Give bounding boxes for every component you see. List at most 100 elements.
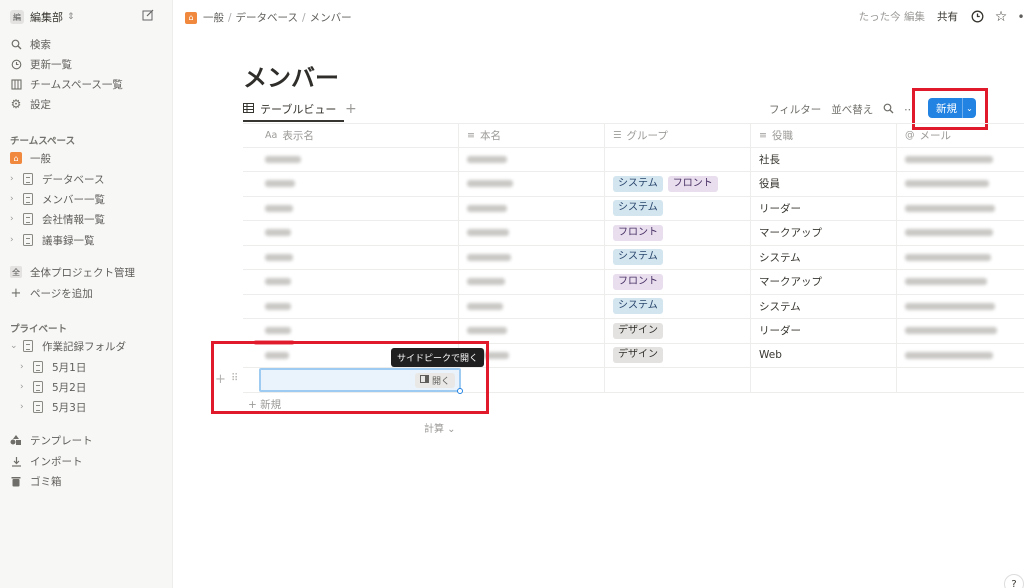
tab-table-view[interactable]: テーブルビュー [243,98,345,122]
column-header-real-name[interactable]: ≡ 本名 [459,124,605,147]
cell-role[interactable]: Web [751,343,897,367]
cell-display-name[interactable] [243,319,459,343]
sort-button[interactable]: 並べ替え [831,102,873,117]
more-icon[interactable]: • [1017,10,1024,24]
calculate-button[interactable]: 計算 ⌄ [424,420,456,435]
cell-group[interactable]: システム [605,245,751,269]
cell-real-name[interactable] [459,172,605,196]
cell-email[interactable] [897,197,1024,221]
cell-email[interactable] [897,344,1024,368]
share-button[interactable]: 共有 [937,9,958,24]
chevron-right-icon[interactable]: › [10,235,18,245]
sidebar-item-minutes[interactable]: › 議事録一覧 [10,231,170,249]
column-header-group[interactable]: ☰ グループ [605,124,751,147]
page-title[interactable]: メンバー [243,58,339,93]
cell-group[interactable]: システム [605,196,751,220]
workspace-switcher[interactable]: 編 編集部 ⇕ [10,8,160,26]
cell-email[interactable] [897,319,1024,343]
cell-email[interactable] [897,295,1024,319]
cell-empty[interactable] [897,368,1024,392]
cell-group[interactable]: システム [605,294,751,318]
cell-real-name[interactable] [459,319,605,343]
cell-email[interactable] [897,172,1024,196]
cell-role[interactable]: マークアップ [751,221,897,245]
cell-display-name[interactable] [243,245,459,269]
table-row[interactable]: デザイン リーダー [243,319,1024,344]
sidebar-item-may1[interactable]: › 5月1日 [20,358,180,376]
sidebar-item-company[interactable]: › 会社情報一覧 [10,210,170,228]
cell-display-name[interactable] [243,147,459,171]
sidebar-item-teamspaces[interactable]: チームスペース一覧 [10,75,170,93]
cell-real-name[interactable] [459,221,605,245]
history-icon[interactable] [970,10,984,24]
breadcrumb-item[interactable]: 一般 [203,10,224,25]
cell-email[interactable] [897,221,1024,245]
cell-empty[interactable] [605,368,751,392]
cell-email[interactable] [897,246,1024,270]
cell-role[interactable]: 社長 [751,147,897,171]
chevron-right-icon[interactable]: › [10,214,18,224]
breadcrumb-item[interactable]: メンバー [310,10,352,25]
cell-display-name[interactable] [243,196,459,220]
column-header-email[interactable]: @ メール [897,124,1024,147]
sidebar-item-import[interactable]: インポート [10,452,170,470]
cell-real-name[interactable] [459,147,605,171]
sidebar-item-database[interactable]: › データベース [10,170,170,188]
table-row[interactable]: フロント マークアップ [243,221,1024,246]
cell-display-name[interactable] [243,294,459,318]
chevron-right-icon[interactable]: › [20,382,28,392]
sidebar-item-updates[interactable]: 更新一覧 [10,55,170,73]
cell-role[interactable]: リーダー [751,319,897,343]
sidebar-item-trash[interactable]: ゴミ箱 [10,472,170,490]
sidebar-item-all-projects[interactable]: 全 全体プロジェクト管理 [10,263,170,281]
sidebar-item-search[interactable]: 検索 [10,35,170,53]
cell-group[interactable]: デザイン [605,343,751,367]
sidebar-item-templates[interactable]: テンプレート [10,431,170,449]
cell-display-name[interactable] [243,172,459,196]
cell-role[interactable]: 役員 [751,172,897,196]
filter-button[interactable]: フィルター [769,102,821,117]
table-row[interactable]: 社長 [243,147,1024,172]
cell-role[interactable]: システム [751,245,897,269]
breadcrumb-item[interactable]: データベース [236,10,298,25]
compose-icon[interactable] [142,9,156,23]
table-row[interactable]: システム システム [243,294,1024,319]
cell-group[interactable]: デザイン [605,319,751,343]
help-button[interactable]: ? [1004,574,1024,588]
cell-role[interactable]: リーダー [751,196,897,220]
sidebar-item-settings[interactable]: ⚙ 設定 [10,95,170,113]
cell-group[interactable]: フロント [605,270,751,294]
table-row[interactable]: システム リーダー [243,196,1024,221]
column-header-role[interactable]: ≡ 役職 [751,124,897,147]
sidebar-item-members[interactable]: › メンバー一覧 [10,190,170,208]
chevron-down-icon[interactable]: ⌄ [10,341,18,351]
star-icon[interactable]: ☆ [994,9,1008,25]
cell-email[interactable] [897,148,1024,172]
cell-email[interactable] [897,270,1024,294]
cell-real-name[interactable] [459,245,605,269]
cell-group[interactable]: フロント [605,221,751,245]
cell-real-name[interactable] [459,270,605,294]
cell-group[interactable]: システム フロント [605,172,751,196]
table-row[interactable]: システム システム [243,245,1024,270]
cell-empty[interactable] [751,368,897,392]
chevron-right-icon[interactable]: › [20,402,28,412]
chevron-right-icon[interactable]: › [20,362,28,372]
column-header-display-name[interactable]: Aa 表示名 [243,124,459,147]
cell-real-name[interactable] [459,294,605,318]
sidebar-item-general[interactable]: ⌂ 一般 [10,149,170,167]
cell-real-name[interactable] [459,196,605,220]
cell-role[interactable]: マークアップ [751,270,897,294]
cell-role[interactable]: システム [751,294,897,318]
cell-display-name[interactable] [243,270,459,294]
chevron-right-icon[interactable]: › [10,194,18,204]
sidebar-item-may2[interactable]: › 5月2日 [20,378,180,396]
add-view-button[interactable]: + [345,101,357,117]
table-row[interactable]: フロント マークアップ [243,270,1024,295]
cell-display-name[interactable] [243,221,459,245]
chevron-right-icon[interactable]: › [10,174,18,184]
sidebar-item-may3[interactable]: › 5月3日 [20,398,180,416]
cell-group[interactable] [605,147,751,171]
search-icon[interactable] [883,103,894,117]
sidebar-item-work-folder[interactable]: ⌄ 作業記録フォルダ [10,337,170,355]
